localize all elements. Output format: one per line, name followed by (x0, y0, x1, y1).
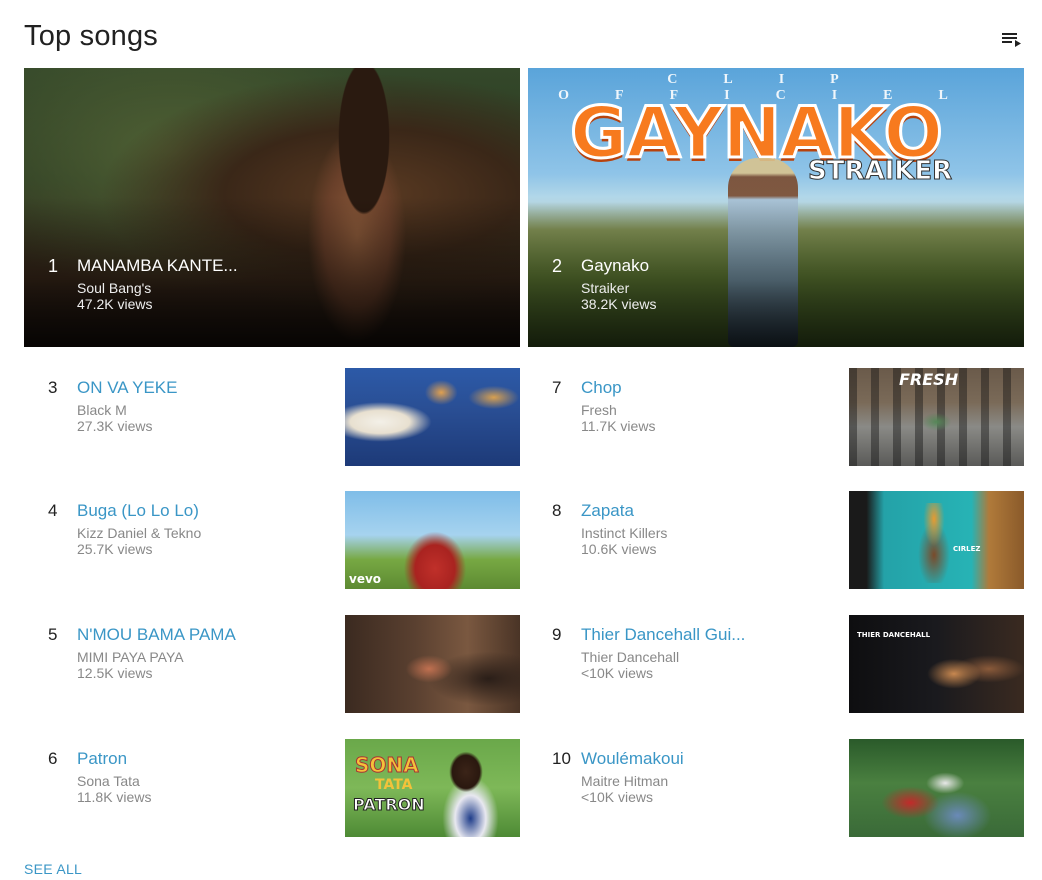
artist-name[interactable]: Fresh (581, 402, 831, 418)
view-count: 38.2K views (581, 296, 657, 312)
song-title[interactable]: Woulémakoui (581, 749, 831, 769)
view-count: 11.7K views (581, 418, 656, 434)
song-row-4[interactable]: 4 Buga (Lo Lo Lo) Kizz Daniel & Tekno 25… (24, 491, 520, 589)
rank: 2 (552, 256, 563, 276)
featured-song-1[interactable]: 1 MANAMBA KANTE... Soul Bang's 47.2K vie… (24, 68, 520, 347)
song-thumbnail[interactable]: CIRLEZ (849, 491, 1024, 589)
artist-name[interactable]: Soul Bang's (77, 280, 257, 296)
view-count: <10K views (581, 665, 653, 681)
song-row-3[interactable]: 3 ON VA YEKE Black M 27.3K views (24, 368, 520, 466)
rank: 4 (48, 501, 58, 520)
song-row-9[interactable]: 9 Thier Dancehall Gui... Thier Dancehall… (528, 615, 1024, 713)
rank: 5 (48, 625, 58, 644)
thumbnail-text: PATRON (353, 795, 426, 815)
view-count: 25.7K views (77, 541, 153, 557)
view-count: 10.6K views (581, 541, 657, 557)
thumbnail-text: SONA (355, 753, 420, 778)
song-thumbnail[interactable] (345, 615, 520, 713)
song-thumbnail[interactable]: SONA TATA PATRON (345, 739, 520, 837)
view-count: 47.2K views (77, 296, 153, 312)
song-title[interactable]: MANAMBA KANTE... (77, 256, 257, 276)
artist-name[interactable]: Thier Dancehall (581, 649, 831, 665)
view-count: 27.3K views (77, 418, 153, 434)
song-thumbnail[interactable]: THIER DANCEHALL (849, 615, 1024, 713)
rank: 8 (552, 501, 562, 520)
song-thumbnail[interactable] (345, 368, 520, 466)
artist-name[interactable]: Straiker (581, 280, 761, 296)
artist-name[interactable]: Instinct Killers (581, 525, 831, 541)
thumbnail-text: THIER DANCEHALL (857, 631, 931, 639)
view-count: 11.8K views (77, 789, 152, 805)
view-count: <10K views (581, 789, 653, 805)
thumbnail-text: TATA (375, 777, 413, 793)
song-row-7[interactable]: 7 Chop Fresh 11.7K views FRESH (528, 368, 1024, 466)
artist-name[interactable]: Kizz Daniel & Tekno (77, 525, 327, 541)
song-title[interactable]: Zapata (581, 501, 831, 521)
rank: 6 (48, 749, 58, 768)
view-count: 12.5K views (77, 665, 153, 681)
song-title[interactable]: Thier Dancehall Gui... (581, 625, 831, 645)
section-title: Top songs (24, 20, 158, 52)
song-title[interactable]: Gaynako (581, 256, 761, 276)
artist-name[interactable]: Black M (77, 402, 327, 418)
rank: 10 (552, 749, 571, 768)
artist-name[interactable]: MIMI PAYA PAYA (77, 649, 327, 665)
thumbnail-text: FRESH (899, 370, 959, 389)
song-title[interactable]: ON VA YEKE (77, 378, 327, 398)
rank: 9 (552, 625, 562, 644)
thumbnail-subtitle: STRAIKER (807, 156, 953, 187)
song-row-10[interactable]: 10 Woulémakoui Maitre Hitman <10K views (528, 739, 1024, 837)
see-all-link[interactable]: SEE ALL (24, 861, 82, 877)
song-thumbnail[interactable]: vevo (345, 491, 520, 589)
song-title[interactable]: N'MOU BAMA PAMA (77, 625, 327, 645)
rank: 7 (552, 378, 562, 397)
rank: 1 (48, 256, 59, 276)
artist-name[interactable]: Sona Tata (77, 773, 327, 789)
playlist-play-icon[interactable] (1000, 28, 1024, 50)
song-row-8[interactable]: 8 Zapata Instinct Killers 10.6K views CI… (528, 491, 1024, 589)
song-thumbnail[interactable] (849, 739, 1024, 837)
song-title[interactable]: Patron (77, 749, 327, 769)
featured-song-2[interactable]: CLIP OFFICIEL GAYNAKO STRAIKER 2 Gaynako… (528, 68, 1024, 347)
song-row-5[interactable]: 5 N'MOU BAMA PAMA MIMI PAYA PAYA 12.5K v… (24, 615, 520, 713)
song-title[interactable]: Chop (581, 378, 831, 398)
vevo-logo: vevo (349, 572, 382, 586)
song-thumbnail[interactable]: FRESH (849, 368, 1024, 466)
song-row-6[interactable]: 6 Patron Sona Tata 11.8K views SONA TATA… (24, 739, 520, 837)
thumbnail-text: CIRLEZ (953, 545, 981, 553)
artist-name[interactable]: Maitre Hitman (581, 773, 831, 789)
rank: 3 (48, 378, 58, 397)
song-title[interactable]: Buga (Lo Lo Lo) (77, 501, 327, 521)
